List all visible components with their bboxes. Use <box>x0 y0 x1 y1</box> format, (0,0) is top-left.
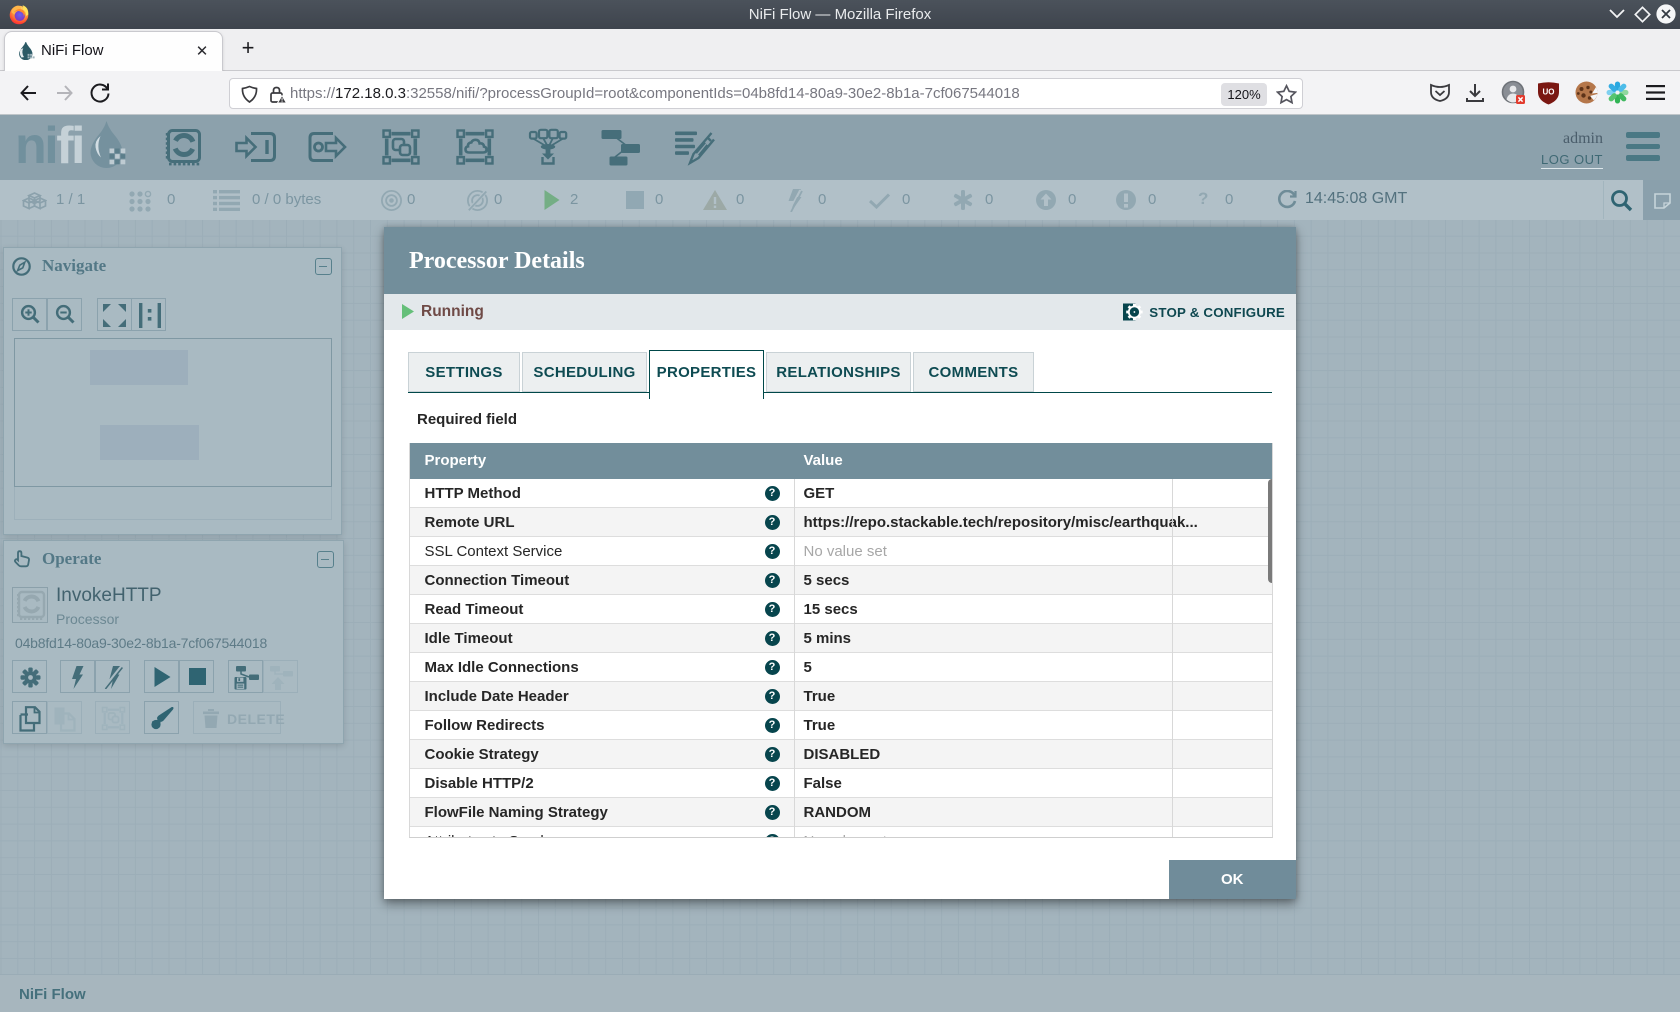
svg-text:UO: UO <box>1543 88 1555 97</box>
